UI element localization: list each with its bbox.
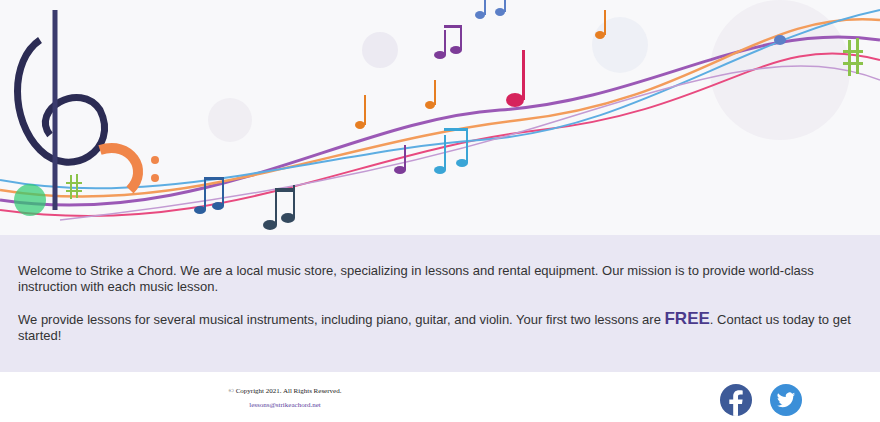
twitter-icon[interactable] — [770, 384, 802, 416]
copyright-text: © Copyright 2021. All Rights Reserved. — [229, 387, 342, 396]
intro-paragraph: Welcome to Strike a Chord. We are a loca… — [18, 263, 862, 295]
hero-banner — [0, 0, 880, 235]
content-section: Welcome to Strike a Chord. We are a loca… — [0, 235, 880, 372]
facebook-icon[interactable] — [720, 384, 752, 416]
footer: © Copyright 2021. All Rights Reserved. le… — [0, 372, 880, 422]
free-emphasis: FREE — [664, 309, 709, 328]
offer-text: We provide lessons for several musical i… — [18, 312, 664, 327]
email-link[interactable]: lessons@strikeachord.net — [249, 401, 321, 410]
offer-paragraph: We provide lessons for several musical i… — [18, 311, 862, 344]
